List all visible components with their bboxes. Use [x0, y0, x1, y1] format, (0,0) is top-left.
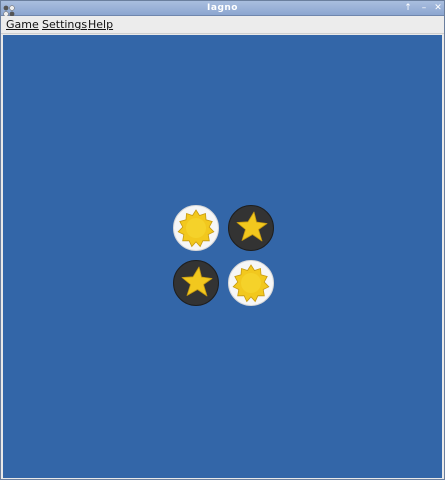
title-bar[interactable]: Iagno ↑ – ✕	[1, 1, 444, 17]
disc-dark[interactable]	[228, 205, 274, 251]
disc-light[interactable]	[228, 260, 274, 306]
menu-game[interactable]: Game	[6, 16, 39, 33]
maximize-icon[interactable]: ↑	[402, 2, 414, 14]
menu-settings[interactable]: Settings	[42, 16, 87, 33]
disc-dark[interactable]	[173, 260, 219, 306]
app-window: Iagno ↑ – ✕ Game Settings Help	[0, 0, 445, 480]
window-title: Iagno	[207, 3, 238, 13]
sun-icon	[232, 264, 270, 303]
menu-bar: Game Settings Help	[1, 16, 444, 34]
sun-icon	[177, 209, 215, 248]
close-icon[interactable]: ✕	[432, 2, 444, 14]
menu-help[interactable]: Help	[88, 16, 113, 33]
star-icon	[181, 266, 213, 297]
game-board[interactable]	[3, 35, 442, 478]
disc-light[interactable]	[173, 205, 219, 251]
star-icon	[236, 211, 268, 242]
minimize-icon[interactable]: –	[418, 2, 430, 14]
